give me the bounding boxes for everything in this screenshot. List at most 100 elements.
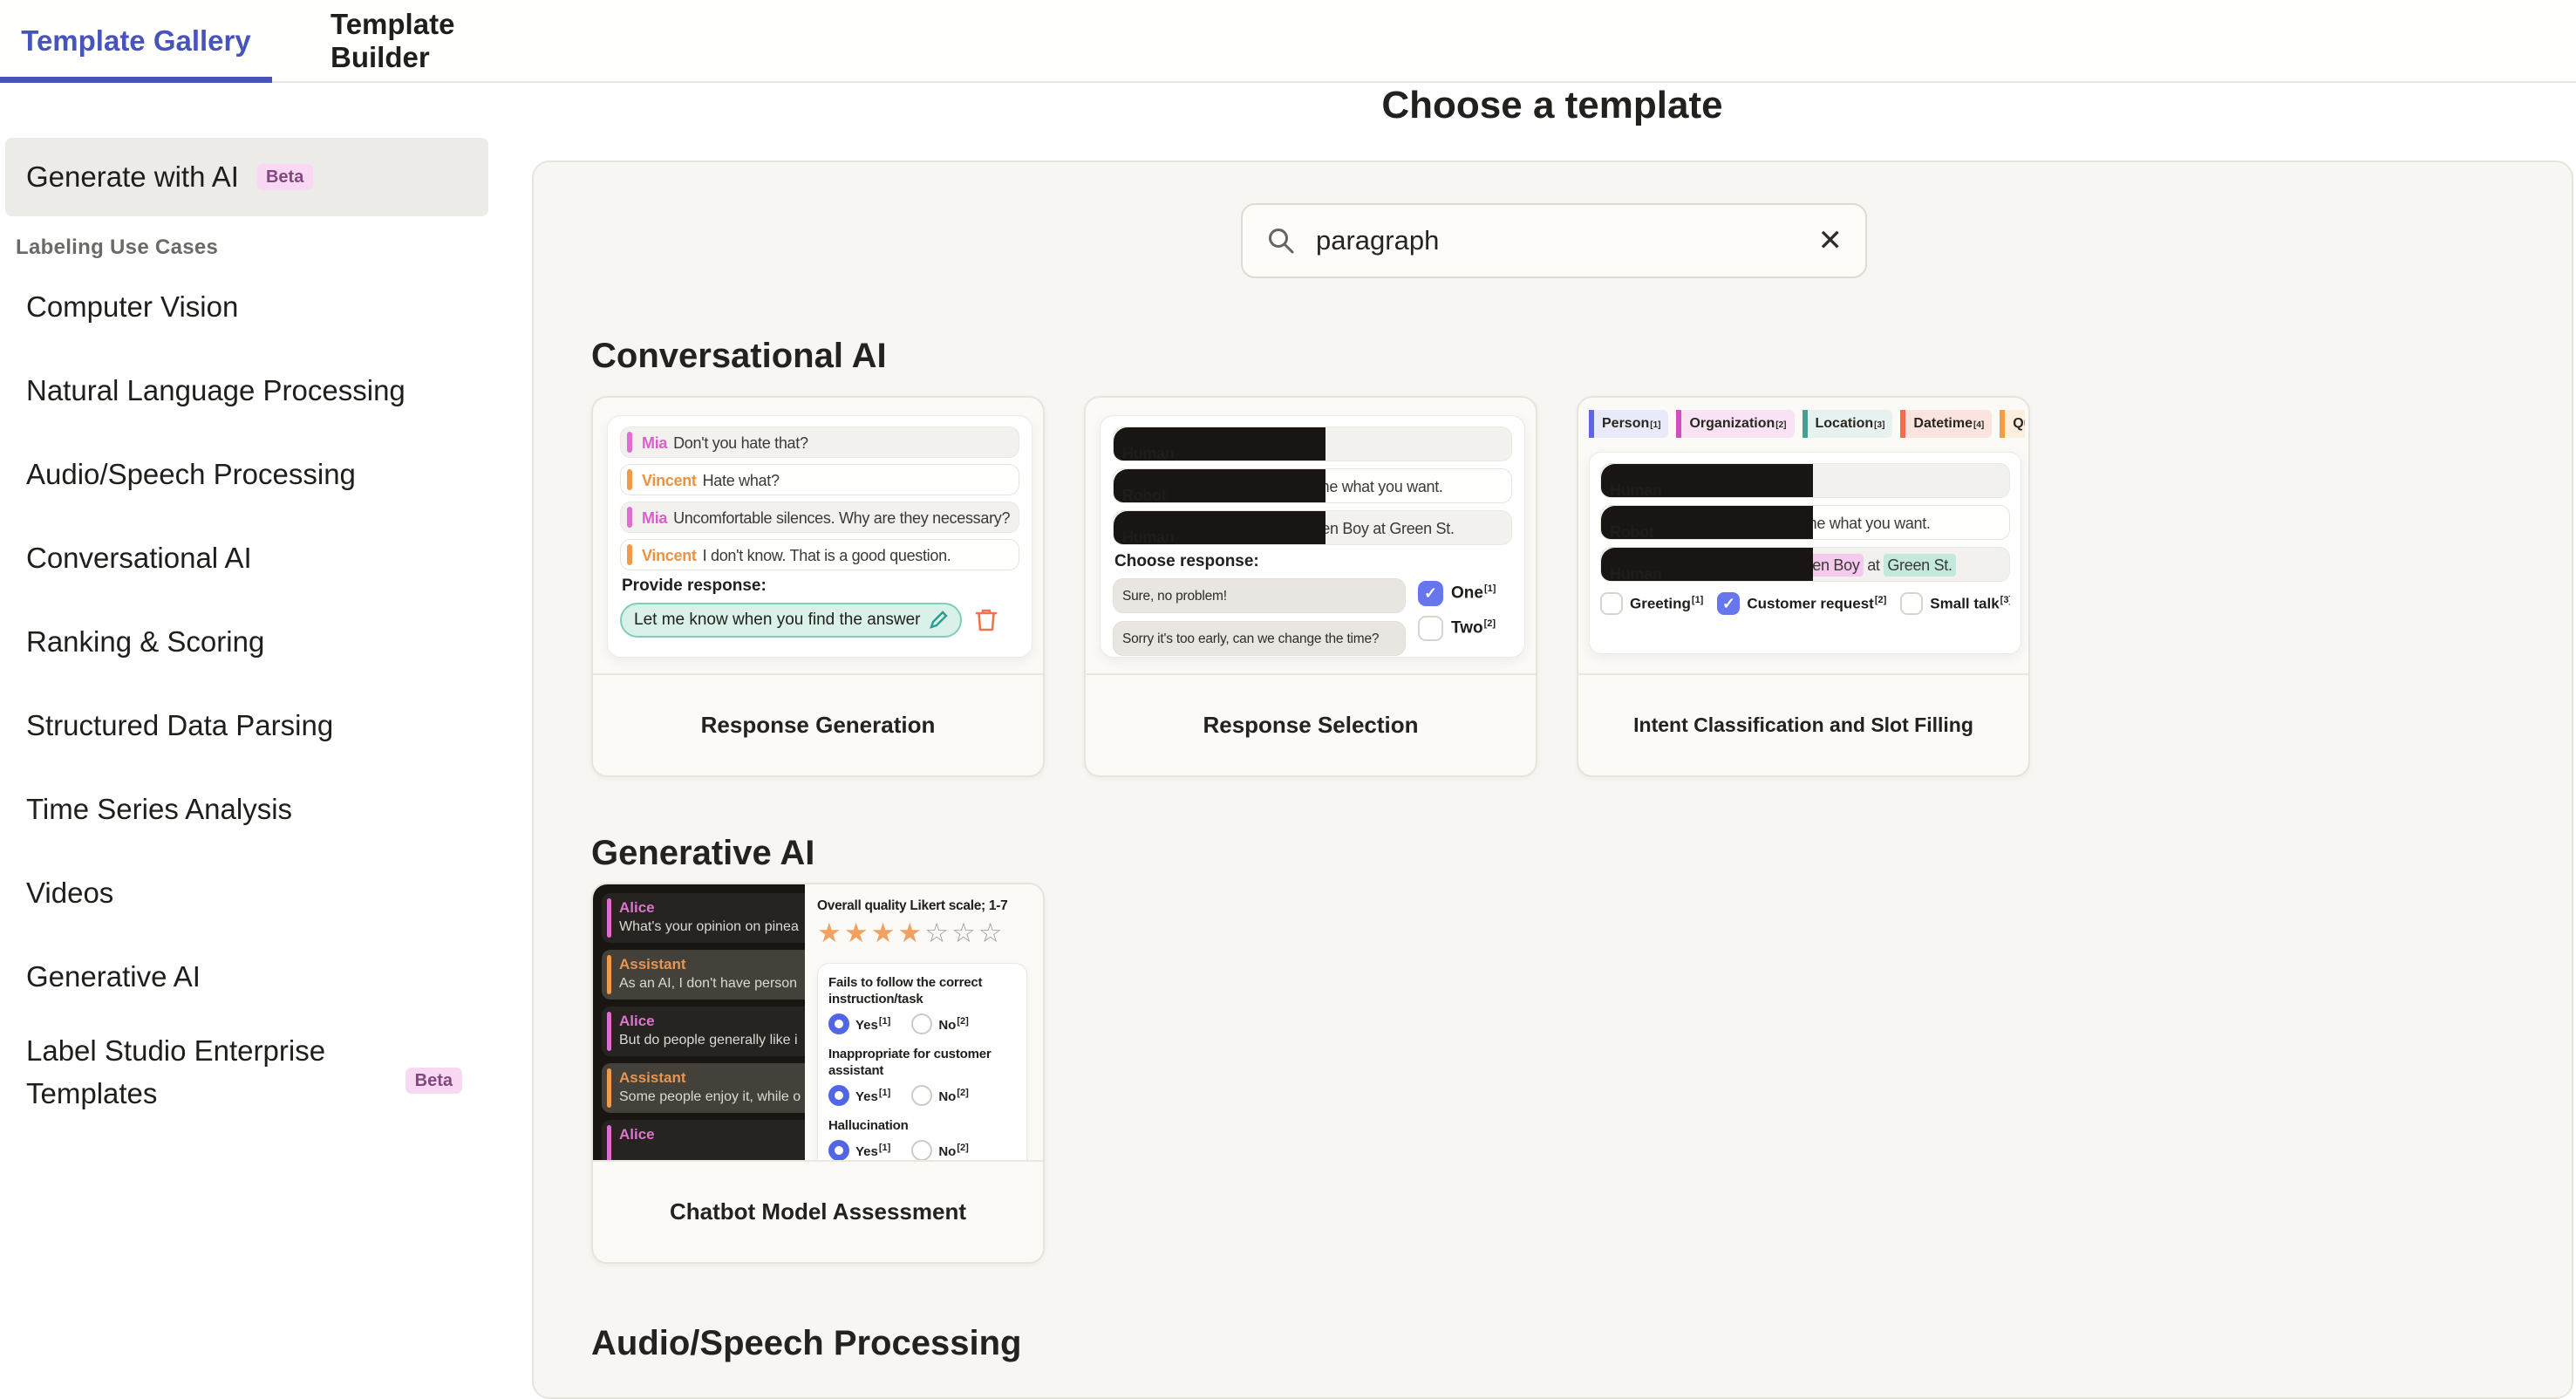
choice-column: ✓ One[1] Two[2] xyxy=(1418,578,1496,641)
sidebar-item-structured-data[interactable]: Structured Data Parsing xyxy=(5,684,488,768)
tag-color-bar xyxy=(1676,410,1681,438)
speaker-name: Human xyxy=(1601,464,1813,498)
question-label: Inappropriate for customer assistant xyxy=(828,1046,1016,1079)
sidebar-item-time-series[interactable]: Time Series Analysis xyxy=(5,768,488,851)
speaker-marker xyxy=(607,898,611,938)
speaker-name: Robot xyxy=(1601,506,1813,540)
speaker-marker xyxy=(607,1012,611,1051)
sidebar-item-nlp[interactable]: Natural Language Processing xyxy=(5,349,488,433)
beta-badge: Beta xyxy=(256,164,313,190)
choice-label: Small talk[3] xyxy=(1930,595,2010,613)
tag-location: Location[3] xyxy=(1803,410,1893,438)
speaker-marker xyxy=(627,469,632,490)
chat-bubble: MiaDon't you hate that? xyxy=(620,427,1019,458)
message-text: Some people enjoy it, while o xyxy=(619,1089,805,1106)
response-options: Sure, no problem! Sorry it's too early, … xyxy=(1113,578,1512,664)
tab-template-gallery[interactable]: Template Gallery xyxy=(0,0,272,81)
star-filled-icon: ★ xyxy=(844,918,871,948)
response-text: Let me know when you find the answer xyxy=(634,611,920,630)
tag-color-bar xyxy=(1589,410,1594,438)
speaker-name: Assistant xyxy=(619,1069,805,1087)
chat-bubble: Assistant As an AI, I don't have person xyxy=(602,950,805,1000)
speaker-name: Alice xyxy=(619,1126,805,1143)
chat-bubble: RobotNice to meet you man! Tell me what … xyxy=(1600,505,2010,540)
chat-bubble: Alice What's your opinion on pinea xyxy=(602,893,805,943)
radio-row: Yes[1] No[2] xyxy=(828,1013,1016,1034)
sidebar-item-generate-with-ai[interactable]: Generate with AI Beta xyxy=(5,138,488,216)
sidebar-item-label: Label Studio Enterprise Templates xyxy=(26,1029,392,1115)
star-empty-icon: ☆ xyxy=(978,918,1005,948)
sidebar-item-enterprise-templates[interactable]: Label Studio Enterprise Templates Beta xyxy=(5,1019,488,1160)
sidebar-item-videos[interactable]: Videos xyxy=(5,851,488,935)
radio-unselected-icon xyxy=(911,1013,932,1034)
template-preview: MiaDon't you hate that? VincentHate what… xyxy=(593,398,1043,673)
cards-row: Alice What's your opinion on pinea Assis… xyxy=(591,883,1045,1264)
chat-bubble: Assistant Some people enjoy it, while o xyxy=(602,1063,805,1113)
choice-two: Two[2] xyxy=(1418,616,1496,641)
checkbox-unchecked-icon xyxy=(1900,592,1923,615)
sidebar: Generate with AI Beta Labeling Use Cases… xyxy=(5,138,488,1160)
template-title: Response Generation xyxy=(593,673,1043,775)
search-input[interactable] xyxy=(1316,225,1799,256)
entity-tags-row: Person[1] Organization[2] Location[3] Da… xyxy=(1589,410,2025,438)
star-filled-icon: ★ xyxy=(897,918,924,948)
radio-no: No[2] xyxy=(911,1085,968,1106)
sidebar-item-label: Generate with AI xyxy=(26,160,239,194)
choice-label: One[1] xyxy=(1451,583,1496,603)
template-card-chatbot-assessment[interactable]: Alice What's your opinion on pinea Assis… xyxy=(591,883,1045,1264)
template-card-intent-classification[interactable]: Person[1] Organization[2] Location[3] Da… xyxy=(1577,396,2030,777)
speaker-name: Robot xyxy=(1114,469,1325,503)
template-title: Intent Classification and Slot Filling xyxy=(1578,673,2028,775)
speaker-name: Mia xyxy=(642,434,667,452)
chat-bubble: VincentHate what? xyxy=(620,464,1019,495)
clear-search-button[interactable]: ✕ xyxy=(1818,226,1843,256)
section-title-generative-ai: Generative AI xyxy=(591,834,814,873)
intent-choices-row: Greeting[1] ✓ Customer request[2] Small … xyxy=(1600,592,2010,615)
sidebar-item-conversational-ai[interactable]: Conversational AI xyxy=(5,516,488,600)
checkbox-checked-icon: ✓ xyxy=(1418,581,1443,606)
star-empty-icon: ☆ xyxy=(951,918,978,948)
tab-template-builder[interactable]: Template Builder xyxy=(331,0,547,81)
speaker-marker xyxy=(607,1125,611,1160)
choice-greeting: Greeting[1] xyxy=(1600,592,1703,615)
sidebar-item-ranking-scoring[interactable]: Ranking & Scoring xyxy=(5,600,488,684)
speaker-marker xyxy=(607,955,611,994)
sidebar-item-generative-ai[interactable]: Generative AI xyxy=(5,935,488,1019)
sidebar-item-computer-vision[interactable]: Computer Vision xyxy=(5,265,488,349)
tag-quantity: Quantity[5] xyxy=(2000,410,2025,438)
choice-label: Two[2] xyxy=(1451,618,1496,638)
question-label: Fails to follow the correct instruction/… xyxy=(828,974,1016,1007)
speaker-name: Human xyxy=(1114,427,1325,461)
radio-unselected-icon xyxy=(911,1085,932,1106)
likert-stars: ★★★★☆☆☆ xyxy=(817,918,1043,948)
tag-color-bar xyxy=(1900,410,1905,438)
template-card-response-selection[interactable]: HumanHi, Robot! RobotNice to meet you ma… xyxy=(1084,396,1537,777)
speaker-marker xyxy=(627,507,632,528)
response-row: Let me know when you find the answer xyxy=(620,603,1019,638)
sidebar-group-label: Labeling Use Cases xyxy=(16,230,488,265)
speaker-name: Alice xyxy=(619,1013,805,1030)
speaker-marker xyxy=(627,544,632,565)
template-preview: Alice What's your opinion on pinea Assis… xyxy=(593,884,1043,1160)
response-input: Let me know when you find the answer xyxy=(620,603,962,638)
speaker-name: Assistant xyxy=(619,956,805,973)
beta-badge: Beta xyxy=(405,1068,462,1094)
message-text: Hate what? xyxy=(703,472,780,489)
assessment-questions-box: Fails to follow the correct instruction/… xyxy=(817,963,1027,1160)
sidebar-item-audio-speech[interactable]: Audio/Speech Processing xyxy=(5,433,488,516)
chat-bubble: MiaUncomfortable silences. Why are they … xyxy=(620,502,1019,533)
radio-yes: Yes[1] xyxy=(828,1013,890,1034)
response-option: Sure, no problem! xyxy=(1113,578,1406,613)
chat-bubble: HumanHi, Robot! xyxy=(1600,463,2010,498)
chat-panel: HumanHi, Robot! RobotNice to meet you ma… xyxy=(1589,452,2021,654)
template-card-response-generation[interactable]: MiaDon't you hate that? VincentHate what… xyxy=(591,396,1045,777)
active-tab-underline xyxy=(0,77,272,83)
star-empty-icon: ☆ xyxy=(924,918,951,948)
speaker-name: Human xyxy=(1601,548,1813,582)
template-title: Chatbot Model Assessment xyxy=(593,1160,1043,1262)
message-text: As an AI, I don't have person xyxy=(619,976,805,993)
page-title: Choose a template xyxy=(532,84,2573,127)
provide-response-label: Provide response: xyxy=(622,577,1019,596)
tab-label: Template Builder xyxy=(331,8,547,74)
tag-datetime: Datetime[4] xyxy=(1900,410,1992,438)
